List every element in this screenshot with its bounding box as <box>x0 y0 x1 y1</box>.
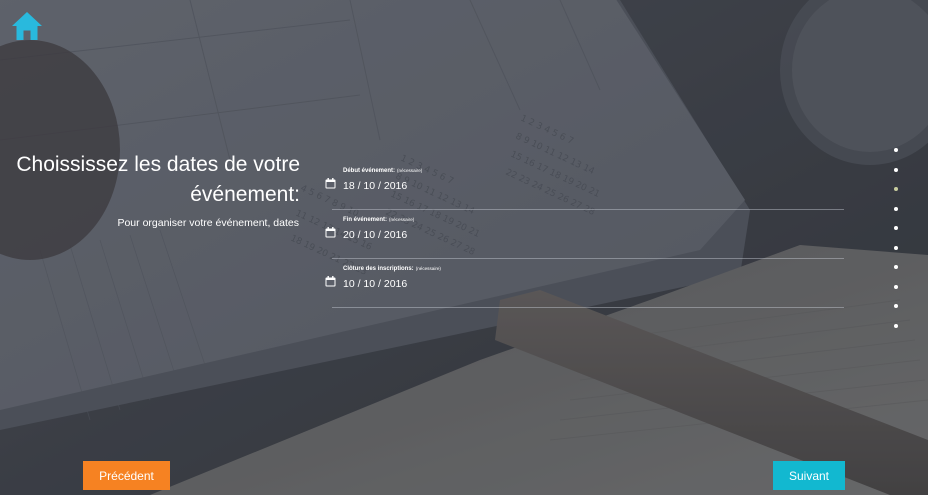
page-title: Choississez les dates de votre événement… <box>16 153 300 206</box>
field-underline <box>332 307 844 308</box>
end-date-input[interactable] <box>343 229 543 241</box>
end-date-label: Fin événement: (nécessaire) <box>343 217 415 223</box>
step-dot-2[interactable] <box>894 167 898 172</box>
home-button[interactable] <box>10 10 44 42</box>
required-hint: (nécessaire) <box>415 266 441 271</box>
step-dot-4[interactable] <box>894 206 898 211</box>
home-icon <box>12 12 42 40</box>
step-dot-9[interactable] <box>894 304 898 308</box>
calendar-icon <box>325 227 336 238</box>
registration-close-input[interactable] <box>343 278 543 290</box>
start-date-field[interactable]: Début événement: (nécessaire) <box>322 166 844 212</box>
step-dot-5[interactable] <box>894 226 898 230</box>
end-date-field[interactable]: Fin événement: (nécessaire) <box>322 215 844 261</box>
page-subtitle: Pour organiser votre événement, dates <box>117 217 299 229</box>
previous-button[interactable]: Précédent <box>83 461 170 490</box>
start-date-input[interactable] <box>343 180 543 192</box>
next-button[interactable]: Suivant <box>773 461 845 490</box>
step-dot-7[interactable] <box>894 265 898 269</box>
step-dot-6[interactable] <box>894 245 898 250</box>
start-date-label: Début événement: (nécessaire) <box>343 168 423 174</box>
calendar-icon <box>325 178 336 189</box>
required-hint: (nécessaire) <box>389 217 415 222</box>
required-hint: (nécessaire) <box>397 168 423 173</box>
step-dot-10[interactable] <box>894 323 898 328</box>
step-dot-1[interactable] <box>894 148 898 152</box>
field-underline <box>332 258 844 259</box>
step-indicator <box>891 148 901 343</box>
calendar-icon <box>325 276 336 287</box>
registration-close-field[interactable]: Clôture des inscriptions: (nécessaire) <box>322 264 844 310</box>
step-dot-8[interactable] <box>894 284 898 289</box>
registration-close-label: Clôture des inscriptions: (nécessaire) <box>343 266 441 272</box>
field-underline <box>332 209 844 210</box>
step-dot-3[interactable] <box>894 187 898 191</box>
